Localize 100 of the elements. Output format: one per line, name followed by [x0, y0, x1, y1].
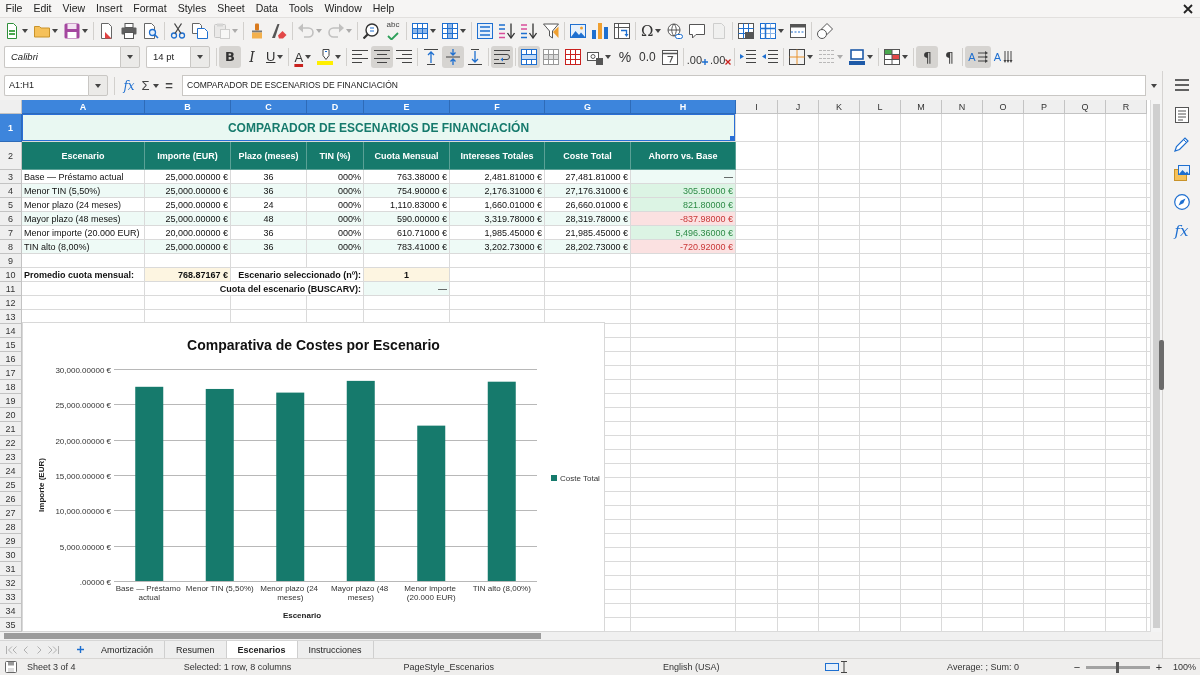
row-header[interactable]: 18	[0, 380, 22, 394]
menu-item[interactable]: Window	[318, 0, 368, 17]
column-header[interactable]: E	[364, 100, 450, 114]
row-header[interactable]: 4	[0, 184, 22, 198]
menu-item[interactable]: Styles	[172, 0, 212, 17]
row-header[interactable]: 5	[0, 198, 22, 212]
row-header[interactable]: 6	[0, 212, 22, 226]
dropdown-button[interactable]	[190, 46, 210, 68]
row-header[interactable]: 24	[0, 464, 22, 478]
row-header[interactable]: 9	[0, 254, 22, 268]
spelling-button[interactable]: abc	[382, 19, 404, 42]
zoom-slider-thumb[interactable]	[1116, 661, 1120, 673]
font-name-field[interactable]: Calibri	[4, 46, 120, 68]
column-header[interactable]: D	[307, 100, 364, 114]
column-header[interactable]: B	[145, 100, 231, 114]
menu-item[interactable]: Sheet	[211, 0, 251, 17]
row-header[interactable]: 13	[0, 310, 22, 324]
merge-and-center-button[interactable]	[518, 46, 541, 68]
align-center-button[interactable]	[371, 46, 394, 68]
font-size-field[interactable]: 14 pt	[146, 46, 190, 68]
row-header[interactable]: 12	[0, 296, 22, 310]
underline-button[interactable]: U	[263, 46, 287, 68]
page-style[interactable]: PageStyle_Escenarios	[391, 659, 592, 675]
language[interactable]: English (USA)	[591, 659, 792, 675]
column-header[interactable]: N	[942, 100, 983, 114]
row-header[interactable]: 14	[0, 324, 22, 338]
menu-item[interactable]: Tools	[283, 0, 319, 17]
column-header[interactable]: F	[450, 100, 545, 114]
row-header[interactable]: 23	[0, 450, 22, 464]
row-header[interactable]: 7	[0, 226, 22, 240]
delete-decimal-place-button[interactable]: .00	[709, 46, 733, 68]
column-header[interactable]: P	[1024, 100, 1065, 114]
close-button[interactable]	[1182, 2, 1194, 15]
menu-item[interactable]: Edit	[27, 0, 57, 17]
add-decimal-place-button[interactable]: .00	[685, 46, 710, 68]
column-header[interactable]: A	[22, 100, 145, 114]
row-header[interactable]: 25	[0, 478, 22, 492]
row-header[interactable]: 31	[0, 562, 22, 576]
row-header[interactable]: 27	[0, 506, 22, 520]
dropdown-button[interactable]	[88, 75, 108, 96]
menu-item[interactable]: View	[57, 0, 91, 17]
right-to-left-button[interactable]: ¶	[938, 46, 961, 68]
menu-item[interactable]: Format	[127, 0, 173, 17]
font-color-button[interactable]: A	[291, 46, 315, 68]
row-header[interactable]: 30	[0, 548, 22, 562]
zoom-in-button[interactable]: +	[1152, 660, 1165, 674]
number-format-button[interactable]: 0.0	[636, 46, 659, 68]
column-header[interactable]: M	[901, 100, 942, 114]
special-character-button[interactable]: Ω	[638, 19, 665, 42]
zoom-level[interactable]: 100%	[1172, 662, 1196, 672]
row-header[interactable]: 11	[0, 282, 22, 296]
bold-button[interactable]: B	[219, 46, 241, 68]
menu-item[interactable]: Data	[250, 0, 284, 17]
row-header[interactable]: 8	[0, 240, 22, 254]
italic-button[interactable]: I	[241, 46, 263, 68]
column-header[interactable]: H	[631, 100, 736, 114]
percent-format-button[interactable]: %	[614, 46, 637, 68]
column-header[interactable]: J	[778, 100, 819, 114]
column-header[interactable]: Q	[1065, 100, 1106, 114]
row-header[interactable]: 16	[0, 352, 22, 366]
column-header[interactable]: R	[1106, 100, 1147, 114]
row-header[interactable]: 22	[0, 436, 22, 450]
row-header[interactable]: 15	[0, 338, 22, 352]
row-header[interactable]: 29	[0, 534, 22, 548]
menu-item[interactable]: Help	[367, 0, 400, 17]
menu-item[interactable]: Insert	[90, 0, 128, 17]
row-header[interactable]: 10	[0, 268, 22, 282]
row-header[interactable]: 21	[0, 422, 22, 436]
sheet-tab[interactable]: Escenarios	[226, 641, 298, 658]
row-header[interactable]: 17	[0, 366, 22, 380]
wrap-text-button[interactable]	[491, 46, 514, 68]
row-header[interactable]: 26	[0, 492, 22, 506]
left-to-right-button[interactable]: ¶	[916, 46, 939, 68]
spreadsheet-grid[interactable]	[0, 100, 1150, 632]
row-header[interactable]: 33	[0, 590, 22, 604]
column-header[interactable]: C	[231, 100, 307, 114]
formula-input[interactable]: COMPARADOR DE ESCENARIOS DE FINANCIACIÓN	[182, 75, 1146, 96]
function-wizard-button[interactable]: fx	[119, 75, 139, 96]
sum-button[interactable]: Σ	[139, 75, 161, 96]
column-header[interactable]: I	[736, 100, 778, 114]
column-header[interactable]: O	[983, 100, 1024, 114]
sidebar-collapse-handle[interactable]	[1159, 340, 1164, 390]
formula-button[interactable]: =	[161, 75, 177, 96]
text-top-to-bottom-button[interactable]: A	[990, 46, 1017, 68]
dropdown-button[interactable]	[120, 46, 140, 68]
row-header[interactable]: 20	[0, 408, 22, 422]
menu-item[interactable]: File	[0, 0, 28, 17]
name-box[interactable]: A1:H1	[4, 75, 88, 96]
column-header[interactable]: L	[860, 100, 901, 114]
row-header[interactable]: 19	[0, 394, 22, 408]
column-header[interactable]: G	[545, 100, 631, 114]
column-header[interactable]: K	[819, 100, 860, 114]
functions-button[interactable]: fx	[1168, 219, 1195, 243]
row-header[interactable]: 34	[0, 604, 22, 618]
center-vertically-button[interactable]	[442, 46, 465, 68]
row-header[interactable]: 32	[0, 576, 22, 590]
row-header[interactable]: 1	[0, 114, 22, 142]
row-header[interactable]: 3	[0, 170, 22, 184]
zoom-out-button[interactable]: −	[1070, 660, 1083, 674]
row-header[interactable]: 2	[0, 142, 22, 170]
